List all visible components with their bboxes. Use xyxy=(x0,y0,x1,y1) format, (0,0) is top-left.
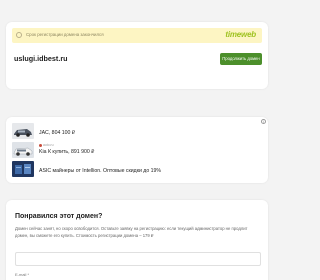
buy-domain-button[interactable]: Продолжить домен xyxy=(220,53,262,65)
ad-item[interactable]: auto.ru Kia К купить, 891 900 ₽ xyxy=(12,142,262,160)
expired-notice-text: Срок регистрации домена закончился xyxy=(26,32,104,37)
request-title: Понравился этот домен? xyxy=(15,213,103,220)
ad-source-label: auto.ru xyxy=(43,143,54,147)
ad-thumbnail[interactable] xyxy=(12,142,34,158)
ad-thumbnail[interactable] xyxy=(12,123,34,139)
ad-source: auto.ru xyxy=(39,143,54,147)
domain-request-card: Понравился этот домен? Домен сейчас заня… xyxy=(6,200,268,280)
ads-card: i JAC, 804 100 ₽ auto.ru Kia К купить, 8… xyxy=(6,117,268,183)
timeweb-logo[interactable]: timeweb xyxy=(225,30,256,39)
email-label: E-mail * xyxy=(15,272,30,277)
request-name-input[interactable] xyxy=(15,252,261,266)
ad-thumbnail[interactable] xyxy=(12,161,34,177)
ad-item[interactable]: ASIC майнеры от Intellion. Оптовые скидк… xyxy=(12,161,262,179)
expired-notice-banner: Срок регистрации домена закончился timew… xyxy=(12,28,262,43)
domain-card: Срок регистрации домена закончился timew… xyxy=(6,22,268,89)
info-circle-icon xyxy=(16,32,22,38)
source-logo-icon xyxy=(39,143,42,147)
domain-name: uslugi.idbest.ru xyxy=(14,54,68,63)
ad-title[interactable]: Kia К купить, 891 900 ₽ xyxy=(39,149,95,155)
ad-title[interactable]: ASIC майнеры от Intellion. Оптовые скидк… xyxy=(39,168,161,174)
ad-title[interactable]: JAC, 804 100 ₽ xyxy=(39,130,75,136)
ad-item[interactable]: JAC, 804 100 ₽ xyxy=(12,123,262,141)
request-description: Домен сейчас занят, но скоро освободится… xyxy=(15,226,248,238)
